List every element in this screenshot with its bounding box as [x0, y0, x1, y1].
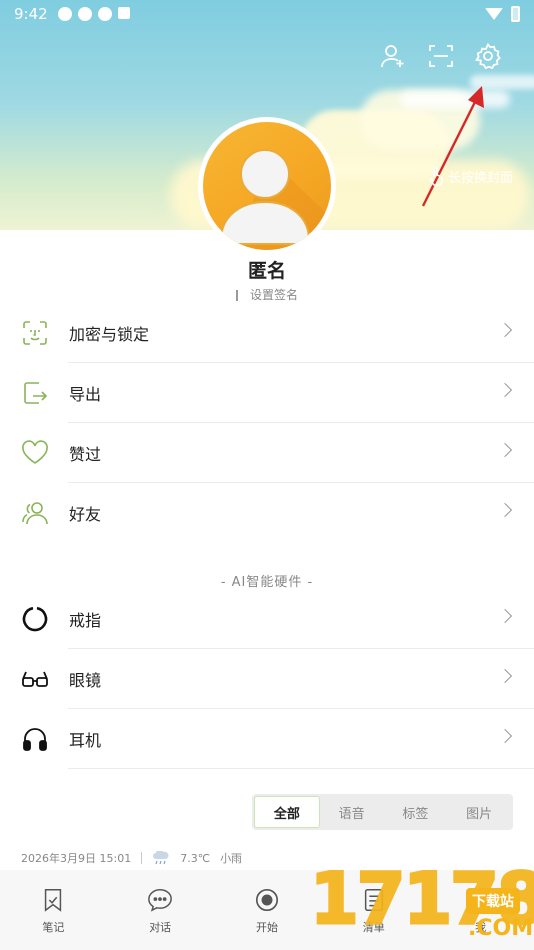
menu-item-encrypt-lock[interactable]: 加密与锁定	[0, 303, 534, 363]
app-notification-icon	[77, 7, 92, 21]
menu-item-label: 眼镜	[69, 671, 102, 690]
note-meta: 2026年3月9日 15:01 7.3℃ 小雨	[21, 850, 242, 866]
chevron-right-icon	[497, 442, 513, 458]
nav-start[interactable]: 开始	[214, 870, 321, 950]
scan-icon	[429, 45, 453, 67]
change-cover-hint[interactable]: 长按换封面	[428, 166, 513, 186]
chevron-right-icon	[497, 382, 513, 398]
annotation-arrow	[421, 86, 484, 207]
menu-item-label: 好友	[69, 505, 102, 524]
menu-item-label: 导出	[69, 385, 102, 404]
nav-label: 我	[475, 920, 487, 934]
rain-cloud-icon	[153, 851, 169, 865]
bottom-nav: 笔记 对话 开始 清单 我	[0, 870, 534, 950]
menu-item-friends[interactable]: 好友	[0, 483, 534, 543]
menu-item-ring[interactable]: 戒指	[0, 589, 534, 649]
menu-item-label: 赞过	[69, 445, 102, 464]
nav-notes[interactable]: 笔记	[0, 870, 107, 950]
note-datetime: 2026年3月9日 15:01	[21, 852, 132, 865]
nav-label: 清单	[362, 920, 385, 934]
chevron-right-icon	[497, 728, 513, 744]
note-filter-tabs: 全部 语音 标签 图片	[252, 794, 513, 830]
tab-voice[interactable]: 语音	[320, 796, 384, 828]
status-bar: 9:42	[0, 0, 534, 28]
note-temperature: 7.3℃	[180, 851, 211, 865]
app-notification-icon	[57, 7, 72, 21]
user-name[interactable]: 匿名	[0, 256, 534, 283]
chevron-right-icon	[497, 502, 513, 518]
settings-button[interactable]	[472, 40, 504, 72]
divider	[68, 768, 534, 769]
tab-images[interactable]: 图片	[447, 796, 511, 828]
export-icon	[24, 382, 48, 404]
menu-item-glasses[interactable]: 眼镜	[0, 649, 534, 709]
record-icon	[255, 888, 279, 911]
app-notification-icon	[97, 7, 112, 21]
menu-item-label: 加密与锁定	[69, 325, 150, 344]
nav-chat[interactable]: 对话	[107, 870, 214, 950]
status-time: 9:42	[14, 5, 48, 23]
heart-icon	[22, 440, 48, 464]
chevron-right-icon	[497, 322, 513, 338]
friends-icon	[22, 502, 48, 525]
menu-item-label: 戒指	[69, 611, 102, 630]
battery-icon	[511, 6, 520, 22]
avatar[interactable]	[198, 117, 336, 255]
bookmark-icon	[45, 888, 62, 912]
chat-icon	[148, 888, 173, 912]
text-cursor	[235, 290, 238, 301]
nav-me[interactable]: 我	[427, 870, 534, 950]
ring-icon	[22, 606, 48, 632]
add-user-icon	[381, 45, 404, 68]
profile-menu: 加密与锁定 导出 赞过 好友	[0, 303, 534, 543]
menu-item-export[interactable]: 导出	[0, 363, 534, 423]
menu-item-label: 耳机	[69, 731, 102, 750]
scan-button[interactable]	[425, 40, 457, 72]
hardware-section-title: - AI智能硬件 -	[220, 575, 314, 590]
menu-item-headphones[interactable]: 耳机	[0, 709, 534, 769]
nav-label: 对话	[149, 920, 172, 934]
divider	[141, 852, 143, 864]
touch-hand-icon	[428, 166, 444, 186]
note-weather: 小雨	[220, 852, 243, 865]
glasses-icon	[22, 671, 48, 687]
cover-hint-label: 长按换封面	[448, 170, 514, 186]
wifi-icon	[485, 8, 503, 20]
nav-label: 笔记	[42, 920, 65, 934]
tab-tags[interactable]: 标签	[384, 796, 448, 828]
add-friend-button[interactable]	[377, 40, 409, 72]
nav-label: 开始	[255, 920, 278, 934]
menu-item-liked[interactable]: 赞过	[0, 423, 534, 483]
face-lock-icon	[23, 321, 47, 345]
profile-icon	[469, 888, 492, 911]
nav-checklist[interactable]: 清单	[320, 870, 427, 950]
gear-icon	[475, 43, 501, 69]
notification-icons	[57, 7, 130, 21]
chevron-right-icon	[497, 608, 513, 624]
hardware-menu: 戒指 眼镜 耳机	[0, 589, 534, 769]
default-user-icon	[220, 149, 331, 250]
signature-field[interactable]: 设置签名	[0, 286, 534, 303]
chevron-right-icon	[497, 668, 513, 684]
tab-all[interactable]: 全部	[254, 796, 320, 828]
signature-placeholder: 设置签名	[249, 288, 298, 302]
checklist-icon	[364, 888, 383, 911]
app-a-icon	[117, 7, 130, 19]
headphones-icon	[23, 728, 47, 751]
